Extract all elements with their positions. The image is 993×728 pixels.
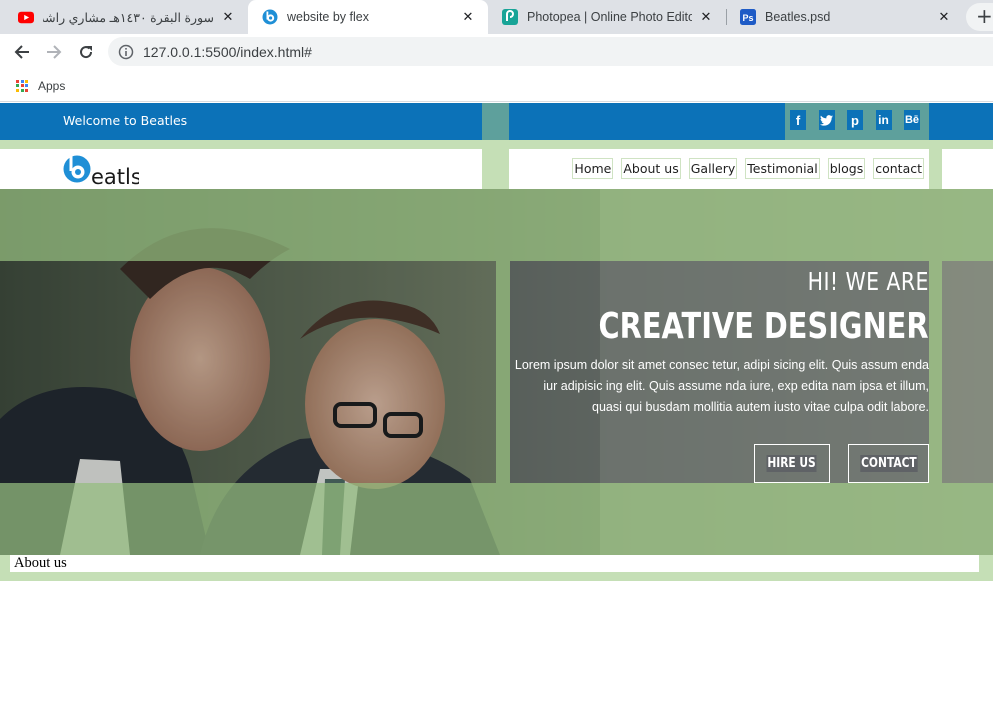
site-header: eatls Home About us Gallery Testimonial … bbox=[0, 140, 993, 189]
linkedin-icon[interactable]: in bbox=[875, 110, 892, 130]
header-edge-panel bbox=[942, 149, 993, 189]
back-arrow-icon bbox=[14, 45, 29, 59]
tab-photopea[interactable]: Photopea | Online Photo Editor ✕ bbox=[488, 0, 726, 34]
tab-website-by-flex[interactable]: website by flex ✕ bbox=[248, 0, 488, 34]
hero-edge-panel bbox=[942, 261, 993, 483]
address-bar[interactable]: 127.0.0.1:5500/index.html# bbox=[108, 37, 993, 66]
welcome-text: Welcome to Beatles bbox=[63, 113, 188, 128]
menu-item-home[interactable]: Home bbox=[572, 158, 614, 179]
hero-greeting: HI! WE ARE bbox=[807, 267, 929, 296]
menu-item-about-us[interactable]: About us bbox=[621, 158, 681, 179]
new-tab-button[interactable]: + bbox=[966, 3, 993, 31]
tab-beatles-psd[interactable]: Ps Beatles.psd ✕ bbox=[726, 0, 964, 34]
info-icon[interactable] bbox=[118, 44, 134, 60]
tab-title: website by flex bbox=[287, 10, 369, 24]
site-logo[interactable]: eatls bbox=[63, 150, 142, 189]
forward-button[interactable] bbox=[42, 40, 66, 64]
about-section: About us bbox=[0, 555, 993, 581]
svg-text:Ps: Ps bbox=[743, 13, 754, 23]
bookmarks-bar: Apps bbox=[0, 70, 993, 102]
reload-icon bbox=[80, 46, 93, 59]
hero-headline: CREATIVE DESIGNER bbox=[598, 306, 929, 347]
logo-text: eatls bbox=[91, 165, 139, 188]
menu-item-gallery[interactable]: Gallery bbox=[688, 158, 738, 179]
hero-overlay-stripe bbox=[496, 261, 510, 483]
behance-icon[interactable]: Bē bbox=[904, 110, 920, 130]
hero-overlay-stripe bbox=[929, 261, 942, 483]
tab-title: سورة البقرة ١٤٣٠هـ مشاري راشد العفاسي bbox=[43, 10, 214, 25]
close-icon[interactable]: ✕ bbox=[220, 9, 236, 25]
about-heading: About us bbox=[14, 555, 67, 571]
forward-arrow-icon bbox=[47, 45, 62, 59]
page-viewport: Welcome to Beatles f p in Bē eatls Home bbox=[0, 103, 993, 728]
hero-overlay-top bbox=[0, 189, 993, 261]
hero-section: HI! WE ARE CREATIVE DESIGNER Lorem ipsum… bbox=[0, 189, 993, 555]
url-text: 127.0.0.1:5500/index.html# bbox=[143, 43, 312, 60]
beatls-favicon-icon bbox=[262, 9, 278, 25]
contact-label: CONTACT bbox=[859, 455, 918, 472]
facebook-icon[interactable]: f bbox=[790, 110, 806, 130]
reload-button[interactable] bbox=[74, 40, 98, 64]
apps-bookmark[interactable]: Apps bbox=[38, 79, 65, 93]
twitter-icon[interactable] bbox=[818, 110, 835, 130]
about-bar: About us bbox=[10, 555, 979, 572]
tab-title: Beatles.psd bbox=[765, 10, 831, 24]
tab-strip: سورة البقرة ١٤٣٠هـ مشاري راشد العفاسي ✕ … bbox=[0, 0, 993, 34]
back-button[interactable] bbox=[10, 40, 34, 64]
beatls-logo-icon: eatls bbox=[63, 155, 142, 189]
photoshop-icon: Ps bbox=[740, 9, 756, 25]
hire-us-button[interactable]: HIRE US bbox=[754, 444, 830, 483]
main-menu: Home About us Gallery Testimonial blogs … bbox=[564, 158, 924, 179]
topbar-gutter bbox=[482, 103, 509, 140]
hero-description: Lorem ipsum dolor sit amet consec tetur,… bbox=[514, 358, 929, 414]
hero-overlay-bottom bbox=[0, 483, 993, 555]
social-links: f p in Bē bbox=[790, 110, 933, 130]
hire-us-label: HIRE US bbox=[766, 455, 818, 472]
tab-youtube[interactable]: سورة البقرة ١٤٣٠هـ مشاري راشد العفاسي ✕ bbox=[4, 0, 248, 34]
close-icon[interactable]: ✕ bbox=[936, 9, 952, 25]
pinterest-icon[interactable]: p bbox=[847, 110, 863, 130]
contact-button[interactable]: CONTACT bbox=[848, 444, 929, 483]
close-icon[interactable]: ✕ bbox=[698, 9, 714, 25]
tab-title: Photopea | Online Photo Editor bbox=[527, 10, 692, 24]
menu-item-testimonial[interactable]: Testimonial bbox=[745, 158, 820, 179]
hero-photo-panel bbox=[0, 261, 496, 483]
close-icon[interactable]: ✕ bbox=[460, 9, 476, 25]
menu-item-contact[interactable]: contact bbox=[873, 158, 924, 179]
apps-icon[interactable] bbox=[16, 79, 28, 92]
site-topbar: Welcome to Beatles f p in Bē bbox=[0, 103, 993, 140]
youtube-icon bbox=[18, 9, 34, 25]
browser-toolbar: 127.0.0.1:5500/index.html# bbox=[0, 34, 993, 70]
menu-item-blogs[interactable]: blogs bbox=[827, 158, 866, 179]
photopea-icon bbox=[502, 9, 518, 25]
